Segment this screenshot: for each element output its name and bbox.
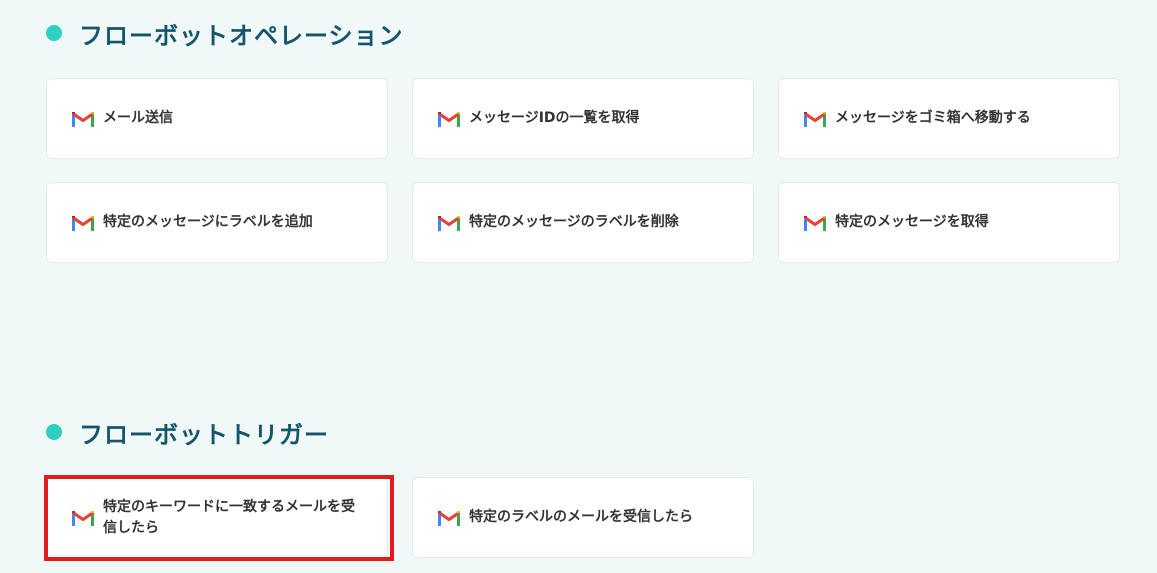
gmail-icon — [438, 511, 460, 526]
triggers-section-title: フローボットトリガー — [46, 417, 329, 449]
trigger-card-label: 特定のラベルのメールを受信したら — [469, 509, 693, 525]
operations-section-title: フローボットオペレーション — [46, 18, 404, 50]
operation-card-add-label[interactable]: 特定のメッセージにラベルを追加 — [46, 182, 388, 263]
triggers-title: フローボットトリガー — [79, 420, 329, 449]
trigger-card-keyword-match[interactable]: 特定のキーワードに一致するメールを受信したら — [46, 477, 388, 558]
gmail-icon — [804, 216, 826, 231]
gmail-icon — [72, 216, 94, 231]
gmail-icon — [438, 112, 460, 127]
trigger-card-label: 特定のキーワードに一致するメールを受信したら — [103, 498, 355, 536]
trigger-card-label-received[interactable]: 特定のラベルのメールを受信したら — [412, 477, 754, 558]
bullet-dot — [46, 424, 62, 440]
operation-card-get-message[interactable]: 特定のメッセージを取得 — [778, 182, 1120, 263]
operation-card-label: 特定のメッセージを取得 — [835, 214, 989, 230]
gmail-icon — [72, 112, 94, 127]
operations-title: フローボットオペレーション — [79, 21, 404, 50]
operation-card-list-message-ids[interactable]: メッセージIDの一覧を取得 — [412, 78, 754, 159]
gmail-icon — [438, 216, 460, 231]
operation-card-remove-label[interactable]: 特定のメッセージのラベルを削除 — [412, 182, 754, 263]
operation-card-send-mail[interactable]: メール送信 — [46, 78, 388, 159]
operation-card-label: メッセージIDの一覧を取得 — [469, 110, 640, 126]
operation-card-label: 特定のメッセージにラベルを追加 — [103, 214, 313, 230]
gmail-icon — [72, 511, 94, 526]
operation-card-label: メール送信 — [103, 110, 173, 126]
operation-card-label: 特定のメッセージのラベルを削除 — [469, 214, 679, 230]
bullet-dot — [46, 25, 62, 41]
operation-card-move-to-trash[interactable]: メッセージをゴミ箱へ移動する — [778, 78, 1120, 159]
operation-card-label: メッセージをゴミ箱へ移動する — [835, 110, 1031, 126]
gmail-icon — [804, 112, 826, 127]
